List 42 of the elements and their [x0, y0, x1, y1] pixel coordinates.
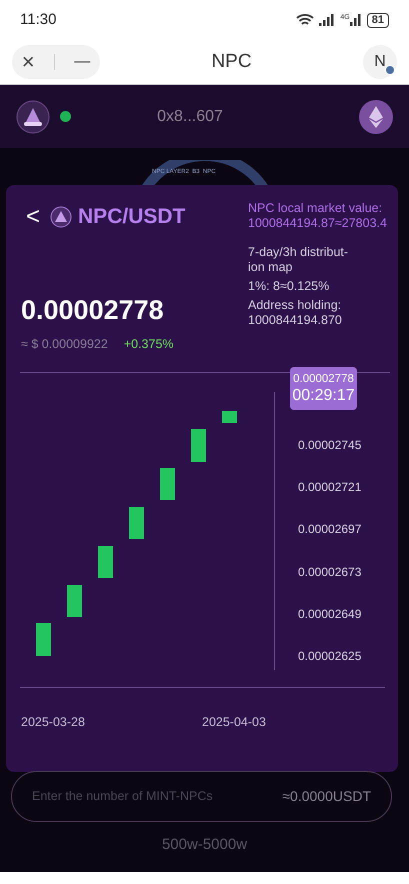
logo-icon: [16, 100, 50, 134]
usd-price: ≈ $ 0.00009922: [21, 336, 108, 353]
profile-button[interactable]: N: [363, 45, 397, 79]
signal-icon: [319, 14, 336, 26]
mint-input-field[interactable]: Enter the number of MINT-NPCs: [32, 787, 262, 806]
battery-indicator: 81: [366, 12, 389, 28]
current-price: 0.00002778: [21, 294, 164, 327]
candle: [67, 585, 82, 617]
info-text: 1%: 8≈0.125%: [248, 279, 330, 294]
price-change: +0.375%: [124, 336, 174, 353]
wallet-address: 0x8...607: [156, 106, 224, 126]
back-button[interactable]: <: [26, 204, 40, 229]
candle: [222, 411, 237, 423]
candle: [36, 623, 51, 656]
info-text: 7-day/3h distribut-ion map: [248, 245, 350, 275]
axis-label: 0.00002697: [298, 521, 362, 538]
info-text: NPC local market value: 1000844194.87≈27803.4: [248, 201, 388, 231]
candle: [160, 468, 175, 500]
close-button[interactable]: ×: [22, 51, 35, 73]
candle: [191, 429, 206, 462]
countdown: 00:29:17: [292, 386, 355, 404]
window-title: NPC: [211, 50, 252, 74]
axis-label: 0.00002721: [298, 479, 362, 496]
minimize-button[interactable]: —: [74, 54, 90, 70]
status-time: 11:30: [20, 10, 56, 30]
ethereum-icon[interactable]: [359, 100, 393, 134]
usdt-estimate: ≈0.0000USDT: [282, 787, 371, 806]
date-label: 2025-03-28: [21, 714, 85, 731]
info-text: Address holding: 1000844194.870: [248, 298, 343, 328]
candle: [129, 507, 144, 539]
axis-label: 0.00002649: [298, 606, 362, 623]
price-label: 0.00002778: [293, 372, 354, 386]
signal-icon: [350, 14, 362, 26]
date-label: 2025-04-03: [202, 714, 266, 731]
pair-title: NPC/USDT: [78, 204, 186, 230]
axis-label: 0.00002625: [298, 648, 362, 665]
wifi-icon: [296, 13, 314, 27]
candle: [98, 546, 113, 578]
range-label: 500w-5000w: [160, 835, 248, 855]
axis-label: 0.00002673: [298, 564, 362, 581]
axis-label: 0.00002745: [298, 437, 362, 454]
logo-icon: [50, 206, 72, 228]
